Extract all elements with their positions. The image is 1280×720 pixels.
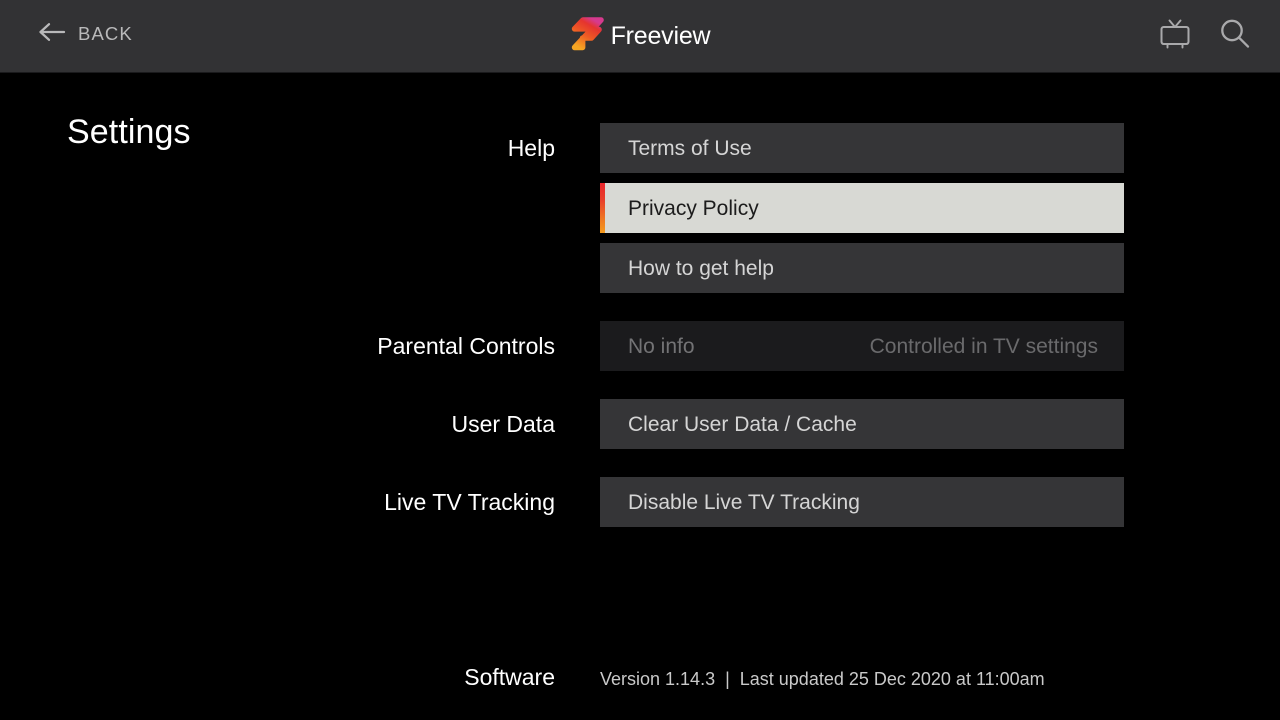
header-actions bbox=[1158, 17, 1252, 56]
top-header-bar: BACK Freeview bbox=[0, 0, 1280, 73]
setting-row-label: Clear User Data / Cache bbox=[628, 412, 857, 436]
setting-row-privacy-policy[interactable]: Privacy Policy bbox=[600, 183, 1124, 233]
setting-row-label: No info bbox=[628, 334, 695, 358]
setting-row-label: Disable Live TV Tracking bbox=[628, 490, 860, 514]
setting-row-parental-controls-info: No info Controlled in TV settings bbox=[600, 321, 1124, 371]
selection-accent-bar bbox=[600, 183, 605, 233]
tv-icon[interactable] bbox=[1158, 18, 1192, 55]
setting-row-terms-of-use[interactable]: Terms of Use bbox=[600, 123, 1124, 173]
setting-row-label: How to get help bbox=[628, 256, 774, 280]
settings-group-user-data: User Data Clear User Data / Cache bbox=[0, 399, 1280, 449]
freeview-f-logo-icon bbox=[570, 14, 606, 59]
search-icon[interactable] bbox=[1218, 17, 1252, 56]
group-rows-live-tv-tracking: Disable Live TV Tracking bbox=[600, 477, 1124, 527]
setting-row-disable-live-tv-tracking[interactable]: Disable Live TV Tracking bbox=[600, 477, 1124, 527]
footer-label-software: Software bbox=[464, 664, 555, 690]
setting-row-how-to-get-help[interactable]: How to get help bbox=[600, 243, 1124, 293]
group-label-parental-controls: Parental Controls bbox=[377, 333, 555, 359]
setting-row-label: Terms of Use bbox=[628, 136, 752, 160]
group-rows-parental-controls: No info Controlled in TV settings bbox=[600, 321, 1124, 371]
group-rows-help: Terms of Use Privacy Policy How to get h… bbox=[600, 123, 1124, 293]
back-button-label: BACK bbox=[78, 23, 133, 45]
brand-name-label: Freeview bbox=[610, 22, 711, 50]
setting-row-status: Controlled in TV settings bbox=[869, 334, 1098, 358]
back-button[interactable]: BACK bbox=[38, 22, 133, 47]
group-label-user-data: User Data bbox=[451, 411, 555, 437]
setting-row-clear-user-data[interactable]: Clear User Data / Cache bbox=[600, 399, 1124, 449]
group-label-help: Help bbox=[507, 135, 555, 161]
settings-list: Help Terms of Use Privacy Policy How to … bbox=[0, 123, 1280, 527]
group-label-live-tv-tracking: Live TV Tracking bbox=[384, 489, 555, 515]
setting-row-label: Privacy Policy bbox=[628, 196, 759, 220]
settings-group-live-tv-tracking: Live TV Tracking Disable Live TV Trackin… bbox=[0, 477, 1280, 527]
software-version-footer: Software Version 1.14.3 | Last updated 2… bbox=[0, 663, 1280, 693]
settings-group-parental-controls: Parental Controls No info Controlled in … bbox=[0, 321, 1280, 371]
arrow-left-icon bbox=[38, 22, 66, 47]
software-version-text: Version 1.14.3 | Last updated 25 Dec 202… bbox=[600, 669, 1045, 689]
brand-logo: Freeview bbox=[0, 14, 1280, 59]
group-rows-user-data: Clear User Data / Cache bbox=[600, 399, 1124, 449]
settings-group-help: Help Terms of Use Privacy Policy How to … bbox=[0, 123, 1280, 293]
